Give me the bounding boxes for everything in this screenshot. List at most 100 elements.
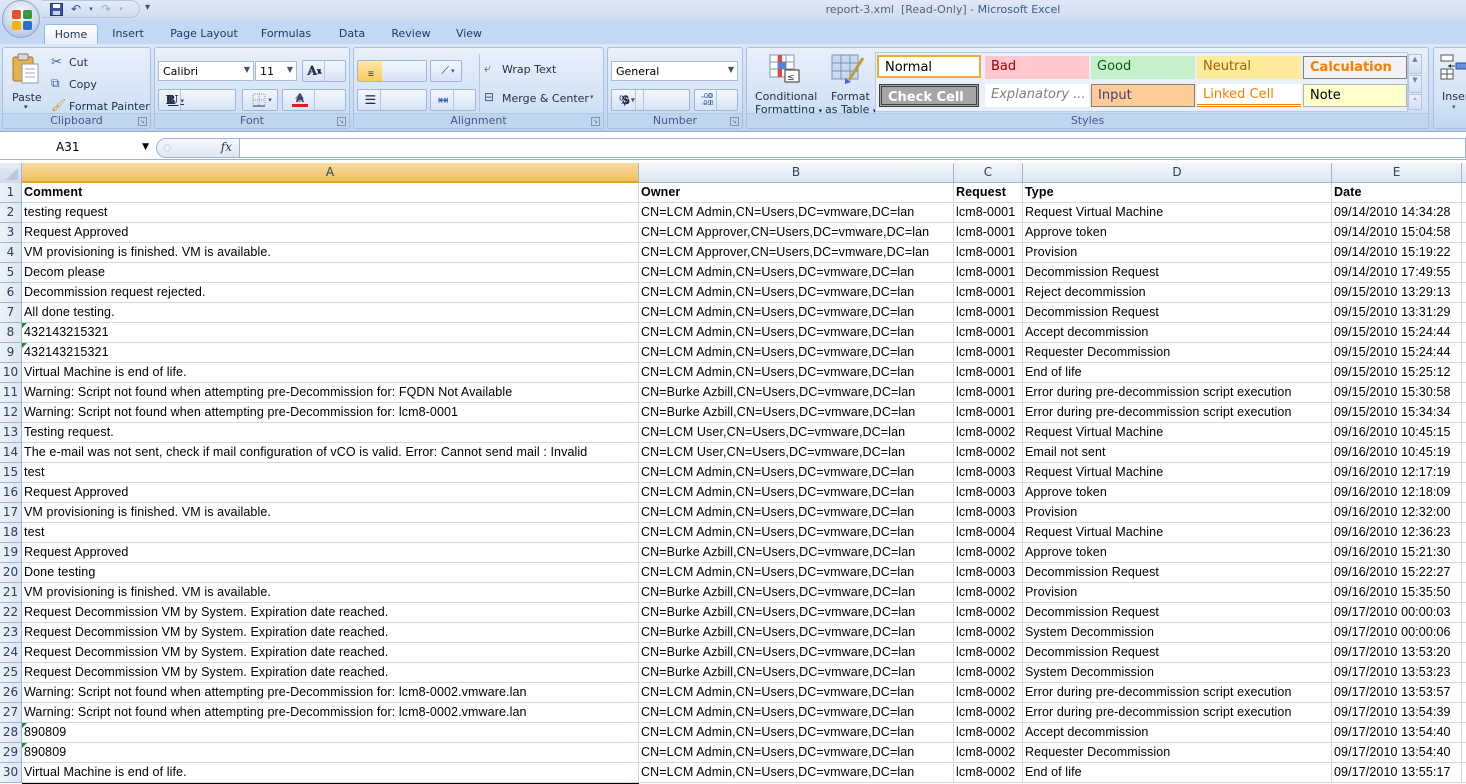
row-header[interactable]: 21 [0,583,22,603]
cell-date[interactable]: 09/15/2010 15:25:12 [1332,363,1462,383]
cell-type[interactable]: Provision [1023,243,1332,263]
cell-type[interactable]: Error during pre-decommission script exe… [1023,383,1332,403]
row-header[interactable]: 14 [0,443,22,463]
alignment-dialog-launcher-icon[interactable]: ↘ [591,117,600,126]
style-calculation[interactable]: Calculation [1303,56,1407,79]
column-header-d[interactable]: D [1023,163,1332,183]
cell-request[interactable]: lcm8-0001 [954,343,1023,363]
cell-comment[interactable]: Warning: Script not found when attemptin… [22,703,639,723]
cell-date[interactable]: 09/16/2010 12:18:09 [1332,483,1462,503]
cell-type[interactable]: Requester Decommission [1023,743,1332,763]
cell-type[interactable]: System Decommission [1023,623,1332,643]
cell-type[interactable]: End of life [1023,363,1332,383]
cut-button[interactable]: ✂ Cut [51,54,141,72]
cell-date[interactable]: 09/15/2010 13:29:13 [1332,283,1462,303]
format-as-table-button[interactable]: Format as Table ▾ [823,50,876,116]
tab-insert[interactable]: Insert [106,24,150,44]
cell-type[interactable]: Approve token [1023,483,1332,503]
row-header[interactable]: 22 [0,603,22,623]
column-header-c[interactable]: C [954,163,1023,183]
cell-owner[interactable]: CN=LCM Admin,CN=Users,DC=vmware,DC=lan [639,323,954,343]
merge-center-button[interactable]: ⊟ Merge & Center ▾ [484,90,602,108]
cell-comment[interactable]: Done testing [22,563,639,583]
cell-date[interactable]: 09/17/2010 13:54:39 [1332,703,1462,723]
cell-date[interactable]: 09/16/2010 12:32:00 [1332,503,1462,523]
row-header[interactable]: 24 [0,643,22,663]
row-header[interactable]: 16 [0,483,22,503]
select-all-button[interactable] [0,163,22,183]
cell-comment[interactable]: Testing request. [22,423,639,443]
cell-type[interactable]: Provision [1023,583,1332,603]
cell-date[interactable]: 09/17/2010 13:54:40 [1332,723,1462,743]
undo-dropdown-icon[interactable]: ▾ [88,2,94,16]
style-input[interactable]: Input [1091,84,1195,107]
cell-comment[interactable]: 432143215321 [22,343,639,363]
cell-date[interactable]: 09/15/2010 15:24:44 [1332,323,1462,343]
row-header[interactable]: 4 [0,243,22,263]
row-header[interactable]: 2 [0,203,22,223]
save-icon[interactable] [48,2,64,16]
cell-owner[interactable]: CN=LCM Admin,CN=Users,DC=vmware,DC=lan [639,283,954,303]
cell-comment[interactable]: test [22,463,639,483]
row-header[interactable]: 28 [0,723,22,743]
insert-cells-button[interactable]: Inser ▾ [1438,50,1466,114]
font-name-combo[interactable]: Calibri ▼ [158,61,254,81]
cell-request[interactable]: lcm8-0002 [954,683,1023,703]
cell-request[interactable]: lcm8-0001 [954,283,1023,303]
cell-comment[interactable]: VM provisioning is finished. VM is avail… [22,583,639,603]
cell-request[interactable]: lcm8-0002 [954,763,1023,783]
cell-comment[interactable]: Request Approved [22,483,639,503]
chevron-down-icon[interactable]: ▼ [142,142,149,152]
cell-request[interactable]: lcm8-0002 [954,723,1023,743]
row-header[interactable]: 8 [0,323,22,343]
cell-type[interactable]: Approve token [1023,223,1332,243]
cell-type[interactable]: Decommission Request [1023,603,1332,623]
cell-type[interactable]: Email not sent [1023,443,1332,463]
row-header[interactable]: 12 [0,403,22,423]
cell-type[interactable]: Decommission Request [1023,303,1332,323]
style-explanatory[interactable]: Explanatory ... [985,84,1089,107]
office-button[interactable] [2,0,40,38]
cell-date[interactable]: 09/14/2010 14:34:28 [1332,203,1462,223]
cell-owner[interactable]: Owner [639,183,954,203]
cell-owner[interactable]: CN=LCM Admin,CN=Users,DC=vmware,DC=lan [639,683,954,703]
cell-request[interactable]: lcm8-0004 [954,523,1023,543]
cell-type[interactable]: Requester Decommission [1023,343,1332,363]
cell-request[interactable]: lcm8-0002 [954,663,1023,683]
style-neutral[interactable]: Neutral [1197,56,1301,79]
cell-date[interactable]: 09/17/2010 13:55:17 [1332,763,1462,783]
cell-date[interactable]: 09/17/2010 00:00:06 [1332,623,1462,643]
cell-comment[interactable]: Warning: Script not found when attemptin… [22,683,639,703]
cell-type[interactable]: Accept decommission [1023,723,1332,743]
formula-input[interactable] [240,138,1466,158]
cell-date[interactable]: 09/16/2010 15:35:50 [1332,583,1462,603]
cell-date[interactable]: 09/15/2010 13:31:29 [1332,303,1462,323]
cell-owner[interactable]: CN=LCM User,CN=Users,DC=vmware,DC=lan [639,423,954,443]
row-header[interactable]: 3 [0,223,22,243]
cell-comment[interactable]: Request Decommission VM by System. Expir… [22,643,639,663]
paste-button[interactable]: Paste ▾ [6,51,46,113]
align-right-button[interactable]: ☰ [358,90,382,110]
row-header[interactable]: 7 [0,303,22,323]
increase-indent-button[interactable]: ⇥ [431,90,454,110]
redo-dropdown-icon[interactable]: ▾ [118,2,124,16]
cell-type[interactable]: Approve token [1023,543,1332,563]
cell-owner[interactable]: CN=Burke Azbill,CN=Users,DC=vmware,DC=la… [639,583,954,603]
borders-button[interactable]: ▾ [242,89,278,111]
row-header[interactable]: 10 [0,363,22,383]
cell-type[interactable]: Decommission Request [1023,263,1332,283]
underline-button[interactable]: U ▾ [159,90,191,110]
cell-owner[interactable]: CN=LCM Admin,CN=Users,DC=vmware,DC=lan [639,363,954,383]
cell-owner[interactable]: CN=LCM Admin,CN=Users,DC=vmware,DC=lan [639,723,954,743]
cell-type[interactable]: System Decommission [1023,663,1332,683]
cell-comment[interactable]: All done testing. [22,303,639,323]
cell-owner[interactable]: CN=LCM Approver,CN=Users,DC=vmware,DC=la… [639,223,954,243]
tab-data[interactable]: Data [334,24,370,44]
row-header[interactable]: 25 [0,663,22,683]
cell-date[interactable]: 09/17/2010 13:54:40 [1332,743,1462,763]
cell-date[interactable]: 09/17/2010 13:53:57 [1332,683,1462,703]
style-normal[interactable]: Normal [877,55,981,78]
font-size-combo[interactable]: 11 ▼ [255,61,297,81]
cell-owner[interactable]: CN=Burke Azbill,CN=Users,DC=vmware,DC=la… [639,643,954,663]
cell-type[interactable]: Error during pre-decommission script exe… [1023,683,1332,703]
